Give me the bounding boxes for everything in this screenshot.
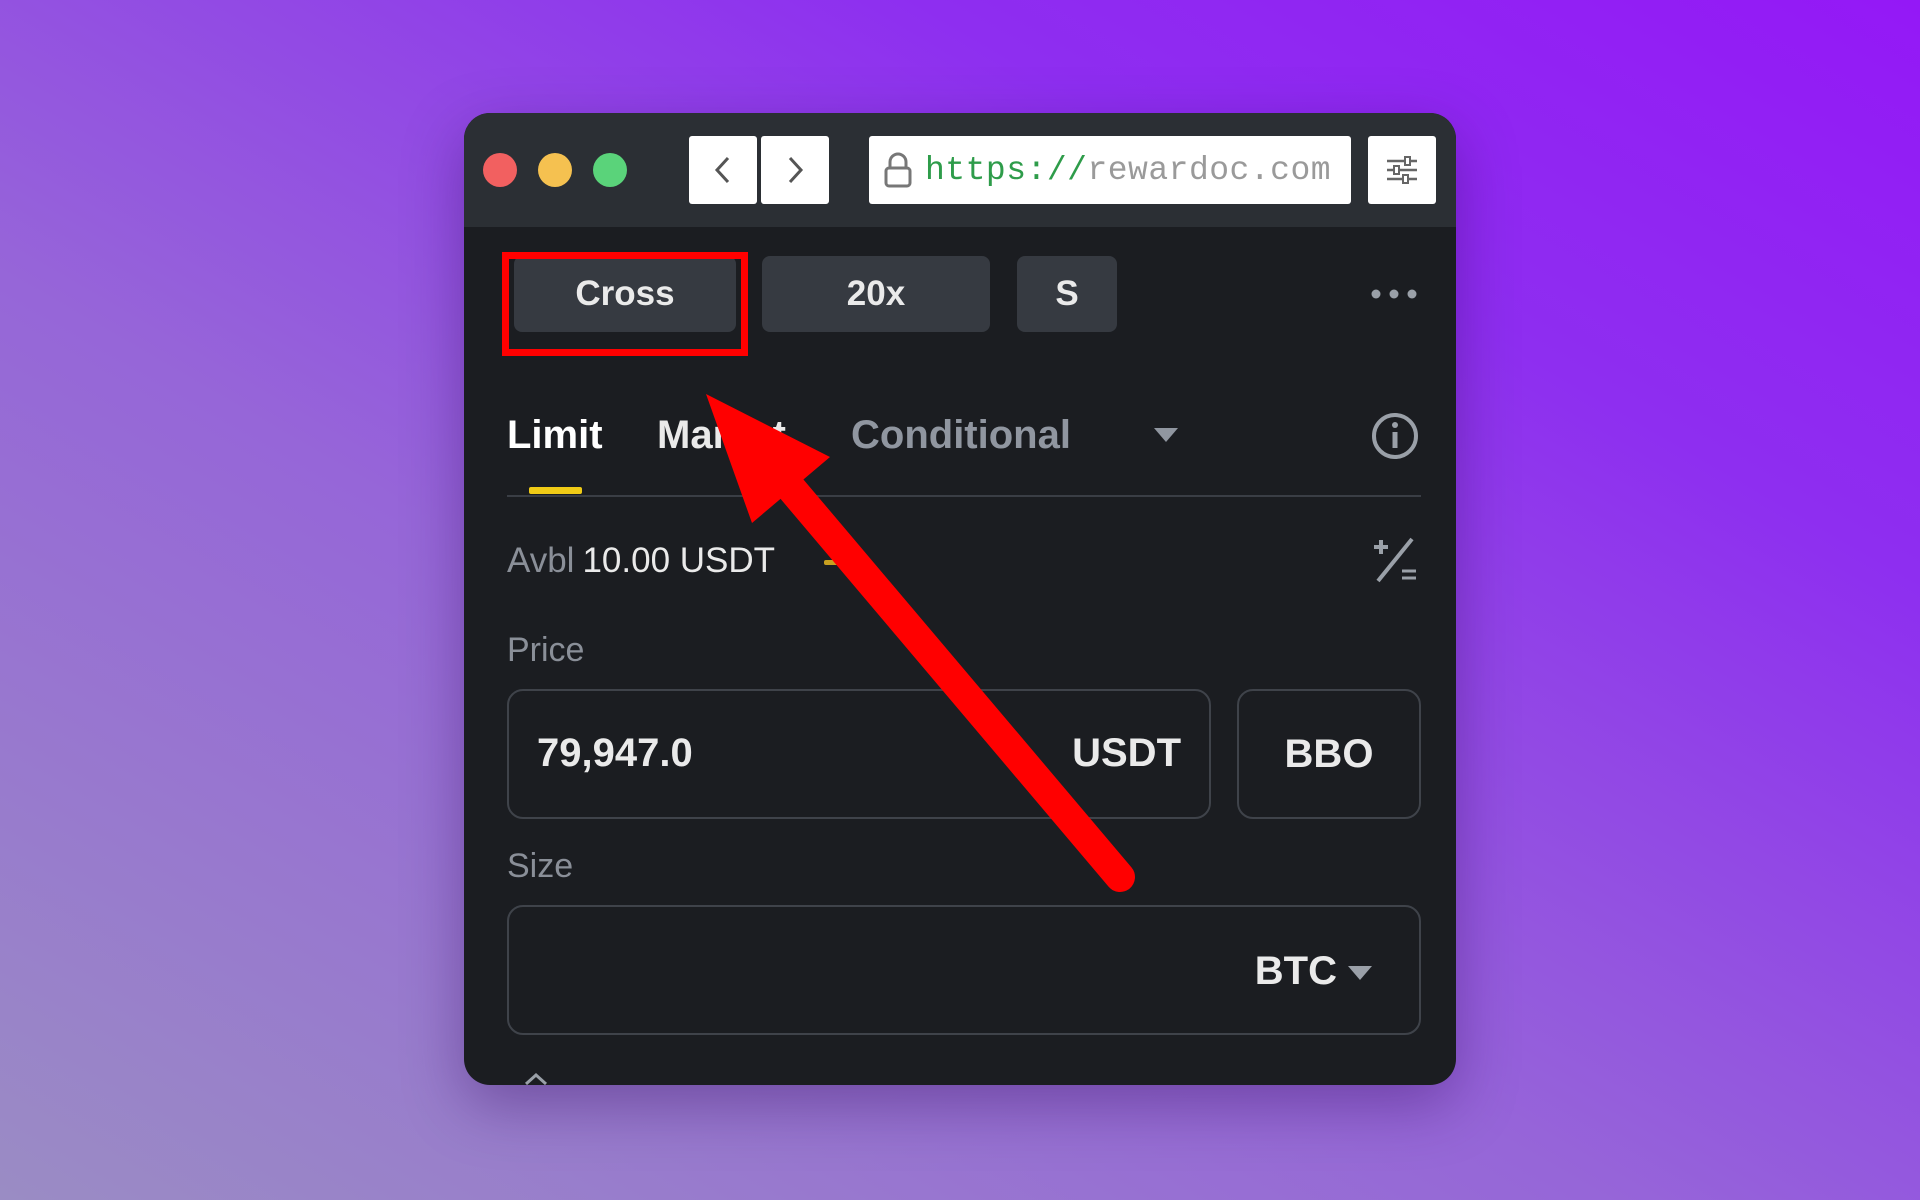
size-input[interactable]: BTC bbox=[507, 905, 1421, 1035]
price-label: Price bbox=[507, 631, 585, 669]
lock-icon bbox=[883, 150, 917, 190]
available-value: 10.00 USDT bbox=[582, 541, 776, 580]
url-text: https://rewardoc.com bbox=[925, 152, 1331, 189]
available-balance: Avbl 10.00 USDT bbox=[507, 541, 775, 581]
tab-market[interactable]: Market bbox=[657, 413, 786, 458]
info-icon bbox=[1372, 413, 1418, 459]
calculator-icon bbox=[1374, 537, 1416, 583]
back-button[interactable] bbox=[689, 136, 757, 204]
browser-window: https://rewardoc.com Cross 20x S Limit M… bbox=[464, 113, 1456, 1085]
active-tab-indicator bbox=[529, 487, 582, 494]
browser-titlebar: https://rewardoc.com bbox=[464, 113, 1456, 227]
url-host: rewardoc.com bbox=[1087, 151, 1332, 189]
tab-conditional[interactable]: Conditional bbox=[851, 413, 1071, 458]
address-bar[interactable]: https://rewardoc.com bbox=[869, 136, 1351, 204]
close-window-button[interactable] bbox=[483, 153, 517, 187]
price-unit: USDT bbox=[1072, 731, 1181, 775]
chevron-right-icon bbox=[788, 156, 804, 184]
diamond-icon bbox=[524, 1073, 548, 1085]
transfer-icon[interactable] bbox=[824, 560, 854, 565]
bbo-button[interactable]: BBO bbox=[1237, 689, 1421, 819]
maximize-window-button[interactable] bbox=[593, 153, 627, 187]
ellipsis-icon bbox=[1371, 289, 1417, 299]
size-label: Size bbox=[507, 847, 574, 885]
tabs-divider bbox=[507, 495, 1421, 497]
calculator-button[interactable] bbox=[1370, 535, 1420, 590]
size-unit: BTC bbox=[1254, 949, 1337, 993]
sliders-icon bbox=[1387, 156, 1417, 184]
caret-down-icon[interactable] bbox=[1347, 965, 1373, 981]
order-type-tabs: Limit Market Conditional bbox=[507, 413, 1421, 494]
minimize-window-button[interactable] bbox=[538, 153, 572, 187]
price-input[interactable]: 79,947.0 USDT bbox=[507, 689, 1211, 819]
browser-menu-button[interactable] bbox=[1368, 136, 1436, 204]
price-value: 79,947.0 bbox=[537, 731, 693, 775]
highlight-box bbox=[502, 252, 748, 356]
chevron-left-icon bbox=[714, 156, 730, 184]
info-button[interactable] bbox=[1370, 411, 1420, 466]
more-options-button[interactable] bbox=[1370, 287, 1418, 305]
url-protocol: https:// bbox=[925, 151, 1088, 189]
leverage-button[interactable]: 20x bbox=[762, 256, 990, 332]
caret-down-icon[interactable] bbox=[1153, 427, 1179, 443]
forward-button[interactable] bbox=[761, 136, 829, 204]
available-label: Avbl bbox=[507, 541, 575, 580]
position-mode-button[interactable]: S bbox=[1017, 256, 1117, 332]
tab-limit[interactable]: Limit bbox=[507, 413, 603, 458]
